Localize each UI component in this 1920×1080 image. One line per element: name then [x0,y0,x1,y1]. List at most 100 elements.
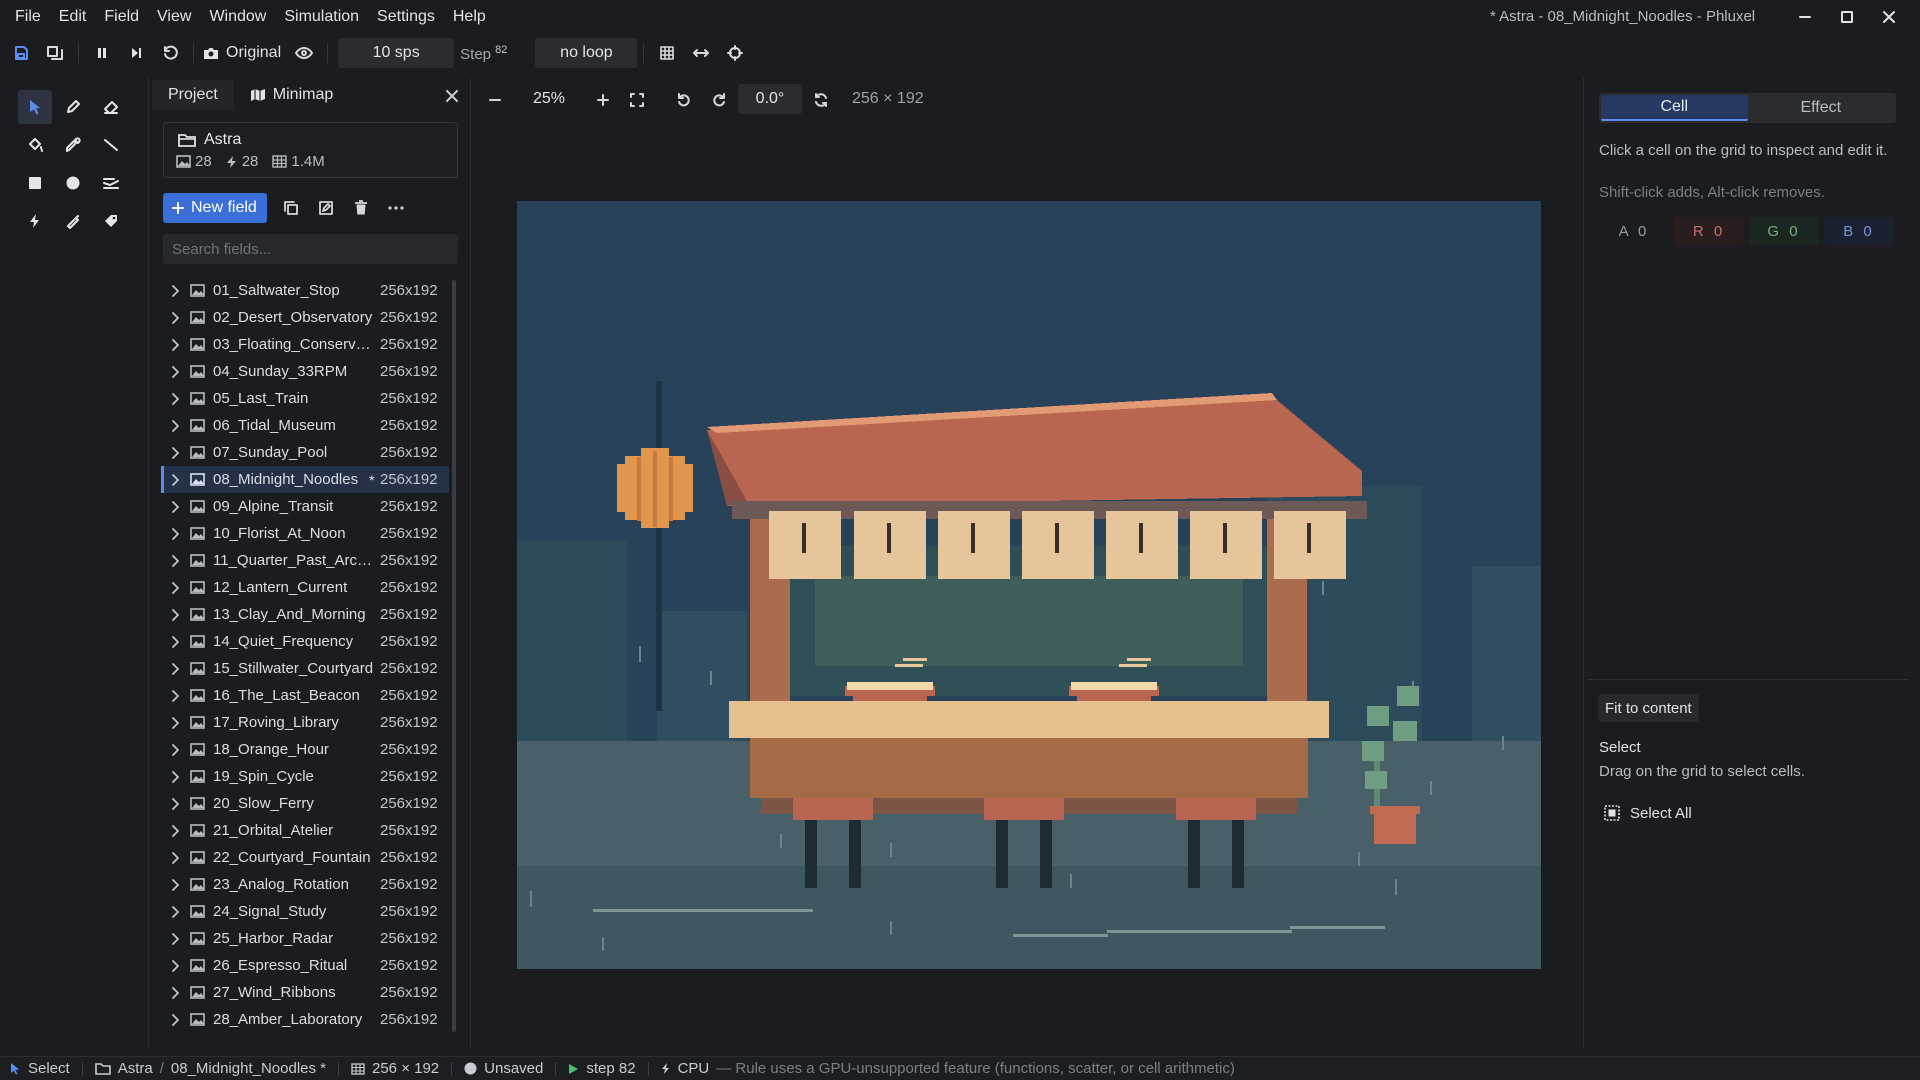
chevron-right-icon[interactable] [171,635,185,648]
chevron-right-icon[interactable] [171,446,185,459]
field-row[interactable]: 23_Analog_Rotation 256x192 [163,871,449,898]
field-row[interactable]: 07_Sunday_Pool 256x192 [163,439,449,466]
chevron-right-icon[interactable] [171,716,185,729]
zoom-in-icon[interactable] [590,82,616,118]
menu-field[interactable]: Field [95,8,148,26]
chevron-right-icon[interactable] [171,1013,185,1026]
reset-icon[interactable] [153,36,187,70]
more-icon[interactable] [381,193,411,223]
menu-edit[interactable]: Edit [50,8,96,26]
eraser-tool-icon[interactable] [94,90,128,124]
chevron-right-icon[interactable] [171,284,185,297]
tab-effect[interactable]: Effect [1748,95,1895,121]
tag-tool-icon[interactable] [94,204,128,238]
fit-to-content-button[interactable]: Fit to content [1598,694,1699,722]
reset-rotation-icon[interactable] [808,82,834,118]
menu-window[interactable]: Window [200,8,275,26]
chevron-right-icon[interactable] [171,878,185,891]
close-panel-icon[interactable] [440,84,464,108]
field-list-scrollbar[interactable] [452,280,456,1032]
camera-icon[interactable] [200,36,222,70]
chevron-right-icon[interactable] [171,527,185,540]
chevron-right-icon[interactable] [171,608,185,621]
menu-simulation[interactable]: Simulation [275,8,368,26]
trash-icon[interactable] [346,193,376,223]
zoom-level[interactable]: 25% [516,84,582,114]
chevron-right-icon[interactable] [171,662,185,675]
channel-a-value[interactable]: A 0 [1599,217,1669,245]
field-row[interactable]: 17_Roving_Library 256x192 [163,709,449,736]
channel-r-value[interactable]: R 0 [1674,217,1744,245]
field-row[interactable]: 09_Alpine_Transit 256x192 [163,493,449,520]
duplicate-icon[interactable] [276,193,306,223]
tab-minimap[interactable]: Minimap [234,80,349,110]
eyedropper-icon[interactable] [56,128,90,162]
field-row[interactable]: 28_Amber_Laboratory 256x192 [163,1006,449,1033]
view-mode-label[interactable]: Original [226,44,281,62]
field-row[interactable]: 22_Courtyard_Fountain 256x192 [163,844,449,871]
select-all-button[interactable]: Select All [1604,800,1692,826]
channel-g-value[interactable]: G 0 [1749,217,1819,245]
lightning-tool-icon[interactable] [18,204,52,238]
loop-select[interactable]: no loop [535,38,638,68]
close-window-icon[interactable] [1868,0,1910,34]
field-row[interactable]: 10_Florist_At_Noon 256x192 [163,520,449,547]
rectangle-tool-icon[interactable] [18,166,52,200]
fit-screen-icon[interactable] [624,82,650,118]
chevron-right-icon[interactable] [171,311,185,324]
speed-field[interactable]: 10 sps [338,38,455,68]
save-icon[interactable] [4,36,38,70]
chevron-right-icon[interactable] [171,824,185,837]
chevron-right-icon[interactable] [171,581,185,594]
field-row[interactable]: 14_Quiet_Frequency 256x192 [163,628,449,655]
chevron-right-icon[interactable] [171,851,185,864]
field-row[interactable]: 01_Saltwater_Stop 256x192 [163,277,449,304]
chevron-right-icon[interactable] [171,986,185,999]
rotation-field[interactable]: 0.0° [738,84,802,114]
field-row[interactable]: 20_Slow_Ferry 256x192 [163,790,449,817]
zoom-out-icon[interactable] [482,82,508,118]
crosshair-icon[interactable] [718,36,752,70]
field-row[interactable]: 12_Lantern_Current 256x192 [163,574,449,601]
rename-icon[interactable] [311,193,341,223]
field-row[interactable]: 08_Midnight_Noodles * 256x192 [161,466,449,493]
field-row[interactable]: 27_Wind_Ribbons 256x192 [163,979,449,1006]
field-row[interactable]: 26_Espresso_Ritual 256x192 [163,952,449,979]
field-canvas[interactable] [517,201,1541,969]
menu-settings[interactable]: Settings [368,8,444,26]
chevron-right-icon[interactable] [171,932,185,945]
menu-file[interactable]: File [0,8,50,26]
chevron-right-icon[interactable] [171,797,185,810]
minimize-icon[interactable] [1784,0,1826,34]
project-card[interactable]: Astra 28 28 1.4M [163,122,458,178]
tab-cell[interactable]: Cell [1601,95,1748,121]
maximize-icon[interactable] [1826,0,1868,34]
chevron-right-icon[interactable] [171,419,185,432]
chevron-right-icon[interactable] [171,554,185,567]
line-tool-icon[interactable] [94,128,128,162]
chevron-right-icon[interactable] [171,500,185,513]
select-tool-icon[interactable] [18,90,52,124]
field-row[interactable]: 24_Signal_Study 256x192 [163,898,449,925]
chevron-right-icon[interactable] [171,473,185,486]
field-row[interactable]: 03_Floating_Conservatory 256x192 [163,331,449,358]
chevron-right-icon[interactable] [171,392,185,405]
field-row[interactable]: 25_Harbor_Radar 256x192 [163,925,449,952]
save-all-icon[interactable] [38,36,72,70]
field-row[interactable]: 21_Orbital_Atelier 256x192 [163,817,449,844]
field-row[interactable]: 02_Desert_Observatory 256x192 [163,304,449,331]
new-field-button[interactable]: New field [163,193,267,223]
pencil-tool-icon[interactable] [56,90,90,124]
wrap-horizontal-icon[interactable] [684,36,718,70]
brush-tool-icon[interactable] [56,204,90,238]
field-row[interactable]: 05_Last_Train 256x192 [163,385,449,412]
field-row[interactable]: 06_Tidal_Museum 256x192 [163,412,449,439]
rotate-left-icon[interactable] [671,82,697,118]
rotate-right-icon[interactable] [706,82,732,118]
field-row[interactable]: 19_Spin_Cycle 256x192 [163,763,449,790]
field-row[interactable]: 18_Orange_Hour 256x192 [163,736,449,763]
fill-bucket-icon[interactable] [18,128,52,162]
grid-icon[interactable] [650,36,684,70]
chevron-right-icon[interactable] [171,905,185,918]
pause-icon[interactable] [85,36,119,70]
